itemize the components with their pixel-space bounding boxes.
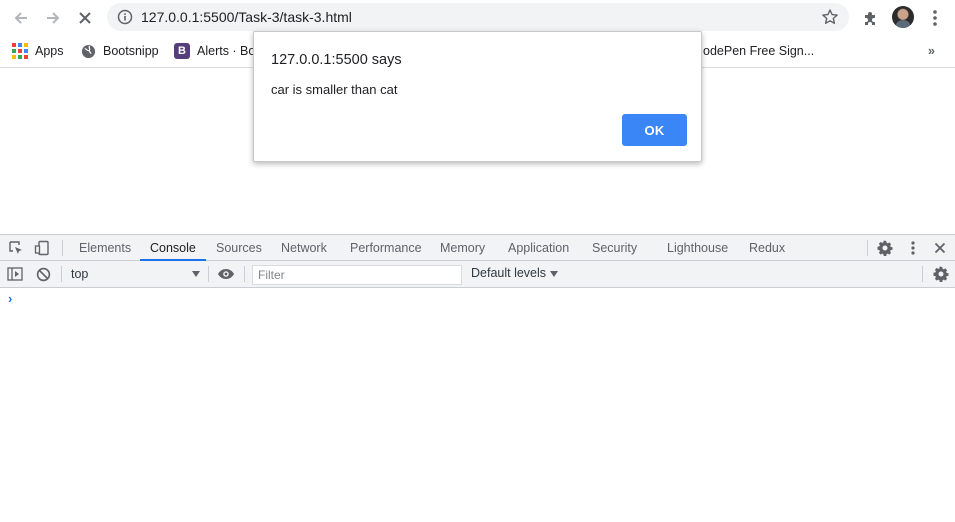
console-prompt[interactable]: › — [8, 291, 12, 306]
browser-toolbar: 127.0.0.1:5500/Task-3/task-3.html — [0, 0, 955, 35]
star-icon[interactable] — [821, 8, 839, 26]
tab-performance[interactable]: Performance — [350, 235, 422, 261]
globe-icon — [80, 43, 96, 59]
tab-application[interactable]: Application — [508, 235, 569, 261]
stop-loading-icon — [79, 12, 91, 24]
close-icon — [934, 242, 946, 254]
bookmarks-overflow-button[interactable]: » — [928, 41, 935, 61]
apps-grid-icon — [12, 43, 28, 59]
tab-sources[interactable]: Sources — [216, 235, 262, 261]
tab-lighthouse[interactable]: Lighthouse — [667, 235, 728, 261]
dialog-message: car is smaller than cat — [271, 82, 398, 97]
devtools-settings-button[interactable] — [876, 239, 894, 257]
gear-icon — [877, 240, 893, 256]
console-toolbar: top Filter Default levels — [0, 261, 955, 288]
sidebar-toggle-icon — [7, 267, 23, 281]
bookmark-alerts[interactable]: B Alerts · Boo — [174, 41, 262, 61]
show-sidebar-button[interactable] — [6, 265, 24, 283]
bookmark-bootsnipp[interactable]: Bootsnipp — [80, 41, 159, 61]
url-text[interactable]: 127.0.0.1:5500/Task-3/task-3.html — [141, 9, 352, 25]
arrow-left-icon — [14, 12, 27, 24]
live-expression-button[interactable] — [217, 265, 235, 283]
gear-icon — [933, 266, 949, 282]
console-settings-button[interactable] — [932, 265, 950, 283]
extensions-button[interactable] — [859, 6, 883, 30]
device-icon — [34, 240, 49, 256]
tab-elements[interactable]: Elements — [79, 235, 131, 261]
back-button[interactable] — [8, 5, 34, 31]
clear-console-button[interactable] — [34, 265, 52, 283]
bookmark-codepen[interactable]: odePen Free Sign... — [703, 41, 814, 61]
arrow-right-icon — [47, 12, 60, 24]
tab-security[interactable]: Security — [592, 235, 637, 261]
tab-memory[interactable]: Memory — [440, 235, 485, 261]
tab-console[interactable]: Console — [140, 235, 206, 261]
device-toolbar-button[interactable] — [33, 239, 51, 257]
chevron-down-icon — [550, 270, 559, 277]
bookmark-apps[interactable]: Apps — [12, 41, 64, 61]
address-bar[interactable]: 127.0.0.1:5500/Task-3/task-3.html — [107, 3, 849, 31]
clear-icon — [36, 267, 50, 281]
bootstrap-icon: B — [174, 43, 190, 59]
browser-menu-button[interactable] — [923, 6, 947, 30]
tab-redux[interactable]: Redux — [749, 235, 785, 261]
context-select[interactable]: top — [66, 265, 204, 283]
stop-loading-button[interactable] — [72, 5, 98, 31]
dialog-title: 127.0.0.1:5500 says — [271, 52, 402, 68]
puzzle-icon — [865, 12, 875, 25]
avatar[interactable] — [892, 6, 914, 28]
kebab-menu-icon — [911, 241, 915, 255]
eye-icon — [218, 269, 234, 279]
ok-button[interactable]: OK — [622, 114, 687, 146]
log-levels-dropdown[interactable]: Default levels — [471, 266, 559, 280]
devtools-tabbar: Elements Console Sources Network Perform… — [0, 234, 955, 261]
info-icon[interactable] — [117, 9, 133, 25]
kebab-menu-icon — [933, 10, 937, 26]
devtools-menu-button[interactable] — [904, 239, 922, 257]
forward-button[interactable] — [40, 5, 66, 31]
inspect-icon — [9, 241, 22, 254]
console-filter-input[interactable]: Filter — [252, 265, 462, 285]
console-output[interactable]: › — [0, 288, 955, 522]
alert-dialog: 127.0.0.1:5500 says car is smaller than … — [253, 31, 702, 162]
devtools-close-button[interactable] — [931, 239, 949, 257]
tab-network[interactable]: Network — [281, 235, 327, 261]
inspect-element-button[interactable] — [7, 239, 25, 257]
chevron-down-icon — [192, 271, 200, 277]
